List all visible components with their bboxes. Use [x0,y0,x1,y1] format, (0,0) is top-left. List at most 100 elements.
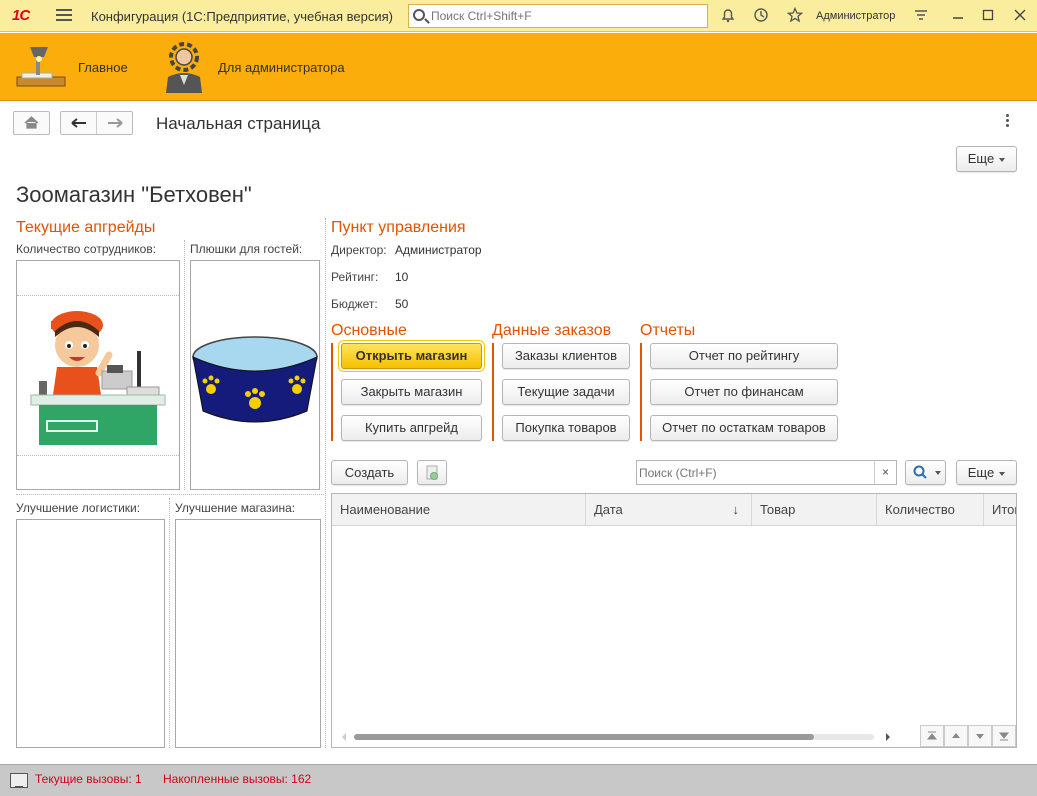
section-panel: Главное Для администратора [0,33,1037,101]
scroll-left-icon[interactable] [340,732,348,742]
table-search[interactable]: × [636,460,897,485]
chevron-down-icon [999,157,1006,162]
close-store-button[interactable]: Закрыть магазин [341,379,482,405]
divider [325,218,326,748]
last-row-icon[interactable] [992,725,1016,747]
chevron-down-icon [935,471,941,475]
home-button[interactable] [13,111,50,135]
current-user[interactable]: Администратор [816,10,895,22]
upgrades-heading: Текущие апгрейды [16,219,156,236]
budget-value: 50 [395,297,409,311]
form-more-label: Еще [967,151,995,166]
column-header[interactable]: Наименование [332,494,586,526]
divider [16,494,324,495]
clear-search-icon[interactable]: × [874,461,896,484]
buy-upgrade-button[interactable]: Купить апгрейд [341,415,482,441]
menu-icon[interactable] [56,9,72,23]
open-store-button[interactable]: Открыть магазин [338,340,485,372]
first-row-icon[interactable] [920,725,944,747]
admin-gear-icon [166,42,202,93]
column-header[interactable]: Товар [752,494,877,526]
forward-button[interactable] [97,112,133,134]
logistics-picture[interactable] [16,519,165,748]
pet-bowl-icon [192,336,318,423]
desk-lamp-icon [16,47,66,87]
back-button[interactable] [61,112,97,134]
create-button[interactable]: Создать [331,460,408,485]
window-title: Конфигурация (1С:Предприятие, учебная ве… [91,9,393,24]
bell-icon[interactable] [719,7,737,25]
home-icon [24,116,39,129]
client-orders-button[interactable]: Заказы клиентов [502,343,630,369]
search-icon [413,9,425,21]
table-more-button[interactable]: Еще [956,460,1017,485]
staff-label: Количество сотрудников: [16,242,157,256]
treats-picture[interactable] [190,260,320,490]
orders-table[interactable]: Наименование Дата ↓ Товар Количество Ито… [331,493,1017,748]
global-search-input[interactable] [431,7,701,25]
global-search[interactable] [408,4,708,28]
table-header: Наименование Дата ↓ Товар Количество Ито… [332,494,1016,526]
section-main[interactable]: Главное [14,41,128,93]
group-bar [492,343,494,441]
title-bar: 1С Конфигурация (1С:Предприятие, учебная… [0,0,1037,32]
staff-picture[interactable] [16,260,180,490]
history-icon[interactable] [752,7,770,25]
arrow-left-icon [71,118,86,128]
kebab-menu-icon[interactable] [1006,114,1010,129]
sort-arrow-icon: ↓ [732,502,740,517]
scroll-right-icon[interactable] [884,732,892,742]
accumulated-calls: Накопленные вызовы: 162 [163,772,312,786]
section-admin[interactable]: Для администратора [160,41,345,93]
section-main-label: Главное [78,59,128,75]
current-calls: Текущие вызовы: 1 [35,772,142,786]
prev-row-icon[interactable] [944,725,968,747]
monitor-icon[interactable] [10,773,28,788]
scroll-thumb[interactable] [354,734,814,740]
director-value: Администратор [395,243,482,257]
column-header[interactable]: Итог [984,494,1016,526]
section-admin-label: Для администратора [218,59,345,75]
form-more-button[interactable]: Еще [956,146,1017,172]
column-header[interactable]: Количество [877,494,984,526]
group-bar [331,343,333,441]
rating-label: Рейтинг: [331,270,379,284]
rating-report-button[interactable]: Отчет по рейтингу [650,343,838,369]
group-bar [640,343,642,441]
cashier-illustration-icon [30,311,166,445]
search-icon [913,465,927,479]
star-icon[interactable] [786,6,804,25]
director-label: Директор: [331,243,387,257]
current-tasks-button[interactable]: Текущие задачи [502,379,630,405]
chevron-down-icon [999,471,1006,476]
search-button[interactable] [905,460,946,485]
budget-label: Бюджет: [331,297,378,311]
horizontal-scrollbar[interactable] [340,731,890,741]
column-header-label: Дата [594,502,623,517]
stock-report-button[interactable]: Отчет по остаткам товаров [650,415,838,441]
form-title: Зоомагазин "Бетховен" [16,182,252,207]
page-title: Начальная страница [156,114,321,133]
maximize-icon[interactable] [978,6,998,26]
settings-lines-icon[interactable] [912,7,930,25]
main-group-heading: Основные [331,322,407,339]
next-row-icon[interactable] [968,725,992,747]
status-bar: Текущие вызовы: 1 Накопленные вызовы: 16… [0,764,1037,796]
table-search-input[interactable] [639,464,874,482]
copy-document-icon [426,465,438,480]
logo-1c[interactable]: 1С [12,7,30,24]
table-more-label: Еще [967,465,995,480]
navigation-bar: Начальная страница [0,102,1037,142]
store-label: Улучшение магазина: [175,501,296,515]
treats-label: Плюшки для гостей: [190,242,303,256]
finance-report-button[interactable]: Отчет по финансам [650,379,838,405]
orders-group-heading: Данные заказов [492,322,612,339]
close-icon[interactable] [1010,6,1030,26]
store-picture[interactable] [175,519,321,748]
copy-button[interactable] [417,460,447,485]
history-nav [60,111,133,135]
column-header-date[interactable]: Дата ↓ [586,494,752,526]
reports-group-heading: Отчеты [640,322,696,339]
purchase-goods-button[interactable]: Покупка товаров [502,415,630,441]
minimize-icon[interactable] [948,6,968,26]
